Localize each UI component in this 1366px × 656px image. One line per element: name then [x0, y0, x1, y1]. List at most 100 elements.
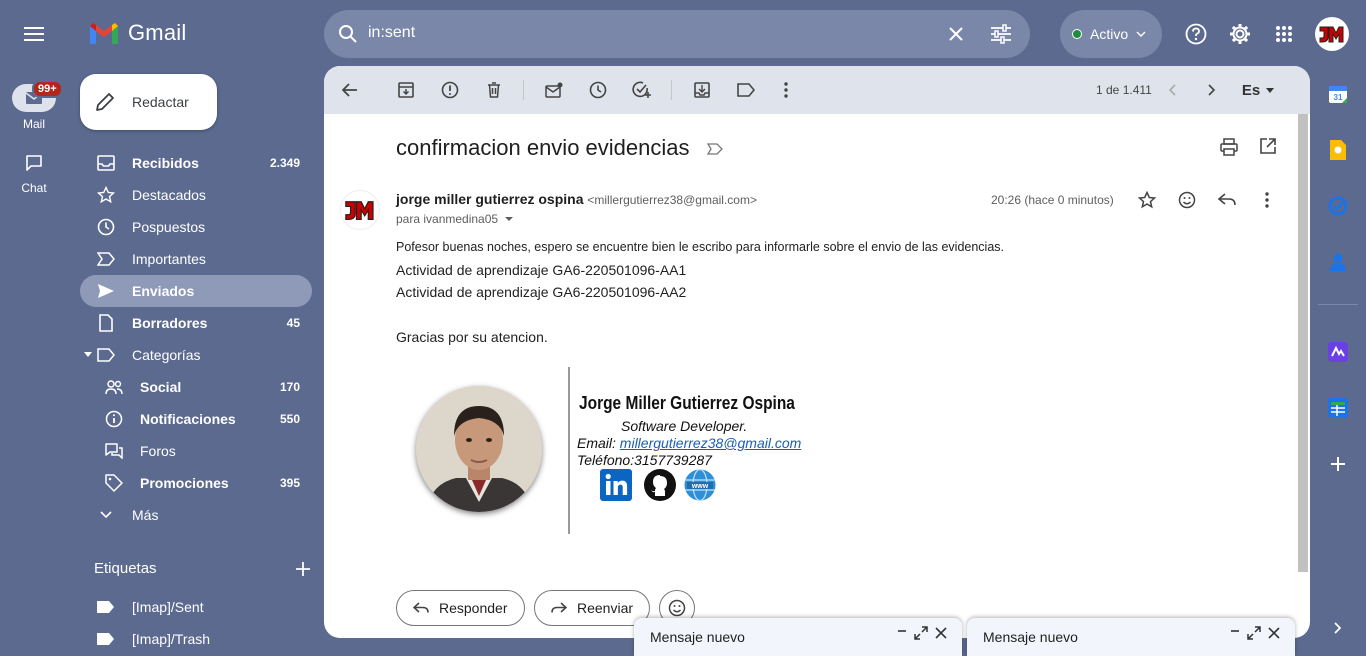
addon-app-button[interactable]: [1326, 340, 1350, 364]
chevron-right-icon: [1208, 84, 1216, 96]
search-icon[interactable]: [338, 24, 358, 44]
sidebar-item-label: Destacados: [132, 187, 206, 203]
important-icon: [97, 252, 115, 266]
caret-down-icon[interactable]: [502, 214, 516, 224]
reply-pill-button[interactable]: Responder: [396, 590, 525, 626]
search-bar[interactable]: in:sent: [324, 10, 1030, 58]
archive-button[interactable]: [386, 70, 426, 110]
close-icon[interactable]: [1267, 626, 1281, 640]
linkedin-link[interactable]: [600, 469, 632, 501]
scrollbar-thumb[interactable]: [1298, 114, 1308, 572]
label-item[interactable]: [Imap]/Trash: [80, 623, 312, 655]
sender-avatar[interactable]: [340, 190, 380, 230]
message-view: 1 de 1.411 Es confirmacion envio evidenc…: [324, 66, 1310, 638]
sidebar-item-pospuestos[interactable]: Pospuestos: [80, 211, 312, 243]
compose-window[interactable]: Mensaje nuevo: [634, 618, 962, 656]
forward-label: Reenviar: [577, 600, 634, 616]
message-toolbar: 1 de 1.411 Es: [324, 66, 1310, 114]
expand-icon[interactable]: [914, 626, 928, 640]
sidebar-item-notificaciones[interactable]: Notificaciones 550: [80, 403, 312, 435]
get-addons-button[interactable]: [1326, 452, 1350, 476]
language-label: Es: [1241, 81, 1261, 99]
sidebar-item-foros[interactable]: Foros: [80, 435, 312, 467]
star-button[interactable]: [1138, 191, 1156, 209]
add-label-icon[interactable]: [296, 561, 310, 576]
delete-button[interactable]: [474, 70, 514, 110]
keep-app-button[interactable]: [1326, 138, 1350, 162]
sidebar-item-enviados[interactable]: Enviados: [80, 275, 312, 307]
calendar-app-button[interactable]: 31: [1326, 82, 1350, 106]
sender-name[interactable]: jorge miller gutierrez ospina: [396, 191, 584, 207]
forward-icon: [551, 602, 567, 613]
more-options-button[interactable]: [766, 70, 806, 110]
menu-icon: [24, 27, 44, 41]
add-reaction-button[interactable]: [1178, 191, 1196, 209]
clear-search-icon[interactable]: [948, 26, 964, 42]
sidebar-item-borradores[interactable]: Borradores 45: [80, 307, 312, 339]
open-in-new-icon: [1260, 138, 1276, 154]
help-button[interactable]: [1176, 14, 1216, 54]
close-icon[interactable]: [934, 626, 948, 640]
snooze-button[interactable]: [578, 70, 618, 110]
rail-chat-button[interactable]: [24, 153, 44, 173]
message-more-button[interactable]: [1265, 192, 1269, 208]
sidebar-item-mas[interactable]: Más: [80, 499, 312, 531]
email-body-line: Actividad de aprendizaje GA6-220501096-A…: [396, 284, 687, 300]
label-item[interactable]: [Imap]/Sent: [80, 591, 312, 623]
move-to-button[interactable]: [682, 70, 722, 110]
arrow-left-icon: [342, 83, 357, 97]
show-side-panel-button[interactable]: [1326, 616, 1350, 640]
newer-button[interactable]: [1152, 70, 1192, 110]
settings-button[interactable]: [1220, 14, 1260, 54]
send-icon: [98, 284, 114, 298]
compose-window[interactable]: Mensaje nuevo: [967, 618, 1295, 656]
reply-button[interactable]: [1218, 193, 1236, 207]
sidebar-item-importantes[interactable]: Importantes: [80, 243, 312, 275]
minimize-icon[interactable]: [1229, 627, 1241, 639]
back-button[interactable]: [330, 70, 370, 110]
contacts-app-button[interactable]: [1326, 250, 1350, 274]
sidebar-item-destacados[interactable]: Destacados: [80, 179, 312, 211]
input-language-button[interactable]: Es: [1236, 70, 1280, 110]
move-to-icon: [694, 82, 710, 98]
important-marker-icon[interactable]: [707, 143, 723, 155]
labels-button[interactable]: [726, 70, 766, 110]
expand-icon[interactable]: [1247, 626, 1261, 640]
open-new-window-button[interactable]: [1260, 138, 1276, 154]
main-menu-button[interactable]: [14, 14, 54, 54]
older-button[interactable]: [1192, 70, 1232, 110]
pencil-icon: [96, 93, 114, 111]
mark-unread-button[interactable]: [534, 70, 574, 110]
sidebar-item-label: Pospuestos: [132, 219, 206, 235]
linkedin-icon: [600, 469, 632, 501]
sidebar-item-categorias[interactable]: Categorías: [80, 339, 312, 371]
signature-email-link[interactable]: millergutierrez38@gmail.com: [620, 435, 802, 451]
tasks-app-button[interactable]: [1326, 194, 1350, 218]
sidebar-item-label: Recibidos: [132, 155, 199, 171]
email-body-line: Actividad de aprendizaje GA6-220501096-A…: [396, 262, 687, 278]
search-options-icon[interactable]: [990, 24, 1012, 44]
compose-button[interactable]: Redactar: [80, 74, 217, 130]
sidebar-item-recibidos[interactable]: Recibidos 2.349: [80, 147, 312, 179]
contacts-icon: [1330, 253, 1346, 271]
sheets-addon-button[interactable]: [1326, 396, 1350, 420]
report-spam-button[interactable]: [430, 70, 470, 110]
gmail-logo[interactable]: Gmail: [88, 20, 186, 46]
sidebar-item-social[interactable]: Social 170: [80, 371, 312, 403]
recipient-line[interactable]: para ivanmedina05: [396, 212, 516, 226]
github-link[interactable]: [644, 469, 676, 501]
forward-pill-button[interactable]: Reenviar: [534, 590, 651, 626]
search-input[interactable]: in:sent: [368, 24, 415, 42]
add-task-button[interactable]: [622, 70, 662, 110]
website-link[interactable]: www: [684, 469, 716, 501]
apps-button[interactable]: [1264, 14, 1304, 54]
print-button[interactable]: [1220, 138, 1238, 156]
signature-phone: Teléfono:3157739287: [577, 452, 712, 468]
account-avatar[interactable]: [1315, 17, 1349, 51]
minimize-icon[interactable]: [896, 627, 908, 639]
jm-logo-icon: [1319, 26, 1344, 43]
recipient-text: para ivanmedina05: [396, 212, 499, 226]
sidebar-item-promociones[interactable]: Promociones 395: [80, 467, 312, 499]
gear-icon: [1230, 24, 1250, 44]
status-dropdown[interactable]: Activo: [1060, 10, 1162, 58]
